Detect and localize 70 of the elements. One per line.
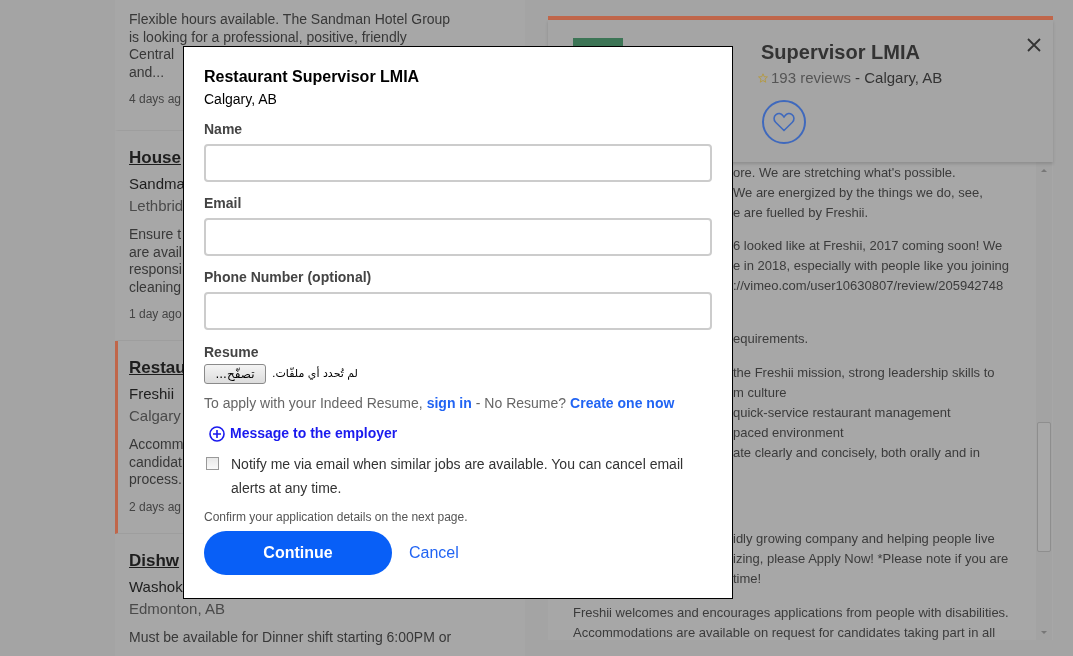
notify-checkbox[interactable]: [206, 457, 219, 470]
description-line: quick-service restaurant management: [733, 404, 952, 422]
description-line: izing, please Apply Now! *Please note if you are: [733, 550, 1010, 568]
field-label: Name: [204, 120, 244, 138]
job-location: - Calgary, AB: [855, 68, 943, 88]
description-line: equirements.: [733, 330, 810, 348]
job-location: Calgary: [129, 406, 181, 426]
description-line: the Freshii mission, strong leadership skills to: [733, 364, 996, 382]
field-label: Email: [204, 194, 243, 212]
posted-age: 1 day ago: [129, 306, 182, 322]
description-line: idly growing company and helping people live: [733, 530, 996, 548]
job-title[interactable]: House: [129, 146, 181, 170]
description-line: ate clearly and concisely, both orally and in: [733, 444, 981, 462]
job-snippet-line: process.: [129, 471, 182, 489]
job-snippet-line: Ensure t: [129, 226, 182, 244]
description-line: ore. We are stretching what's possible.: [733, 164, 957, 182]
apply-note: - No Resume?: [475, 394, 567, 413]
apply-note: To apply with your Indeed Resume,: [204, 394, 423, 413]
sign-in-link[interactable]: sign in: [426, 393, 472, 413]
star-icon: [758, 73, 768, 84]
job-title[interactable]: Restau: [129, 356, 186, 380]
job-snippet-line: is looking for a professional, positive, friendly: [129, 28, 407, 46]
description-line: e in 2018, especially with people like you joining: [733, 257, 1011, 275]
description-line: m culture: [733, 384, 788, 402]
message-employer-link[interactable]: Message to the employer: [230, 423, 398, 444]
job-snippet-line: responsi: [129, 261, 182, 279]
posted-age: 4 days ag: [129, 91, 182, 107]
notify-label: Notify me via email when similar jobs are available. You can cancel email alerts at any time.: [231, 455, 685, 498]
description-line: Freshii welcomes and encourages applications from people with disabilities.: [573, 604, 1010, 622]
close-icon[interactable]: [1027, 38, 1041, 52]
continue-button[interactable]: Continue: [204, 531, 392, 575]
description-line: paced environment: [733, 424, 845, 442]
job-snippet-line: cleaning: [129, 278, 182, 296]
company-name: Freshii: [129, 384, 174, 404]
description-line: We are energized by the things we do, see,: [733, 184, 984, 202]
text-field[interactable]: [204, 144, 712, 182]
browse-file-button[interactable]: تصفّح...: [204, 364, 266, 384]
job-title: Supervisor LMIA: [760, 40, 921, 65]
file-status: لم تُحدد أي ملفّات.: [272, 365, 358, 382]
job-snippet-line: candidat: [129, 453, 182, 471]
company-name: Sandma: [129, 174, 185, 194]
save-job-button[interactable]: [762, 99, 806, 144]
scrollbar[interactable]: [1036, 162, 1052, 640]
job-snippet-line: Accomm: [129, 436, 184, 454]
create-resume-link[interactable]: Create one now: [570, 393, 675, 413]
add-circle-icon: [209, 425, 225, 442]
job-snippet-line: Flexible hours available. The Sandman Hotel Group: [129, 11, 451, 29]
job-snippet-line: Must be available for Dinner shift starting 6:00PM or: [129, 628, 452, 646]
job-snippet-line: and...: [129, 63, 165, 81]
job-title[interactable]: Dishw: [129, 548, 180, 573]
text-field[interactable]: [204, 218, 712, 256]
job-snippet-line: Central: [129, 46, 175, 64]
field-label: Phone Number (optional): [204, 268, 373, 286]
dialog-title: Restaurant Supervisor LMIA: [204, 67, 421, 87]
description-line: e are fuelled by Freshii.: [733, 204, 870, 222]
job-location: Lethbrid: [129, 196, 184, 216]
posted-age: 2 days ag: [129, 498, 182, 515]
description-line: Accommodations are available on request for candidates taking part in all: [573, 624, 997, 640]
company-name: Washok: [129, 576, 183, 597]
text-field[interactable]: [204, 292, 712, 330]
job-location: Edmonton, AB: [129, 598, 225, 619]
field-label: Resume: [204, 343, 260, 361]
description-line: 6 looked like at Freshii, 2017 coming soon! We: [733, 237, 1004, 255]
cancel-link[interactable]: Cancel: [409, 541, 459, 565]
description-line: ://vimeo.com/user10630807/review/205942748: [733, 277, 1005, 295]
job-snippet-line: are avail: [129, 243, 182, 261]
description-line: time!: [733, 570, 763, 588]
heart-icon: [773, 111, 795, 132]
confirm-note: Confirm your application details on the next page.: [204, 509, 469, 525]
dialog-location: Calgary, AB: [204, 90, 278, 108]
